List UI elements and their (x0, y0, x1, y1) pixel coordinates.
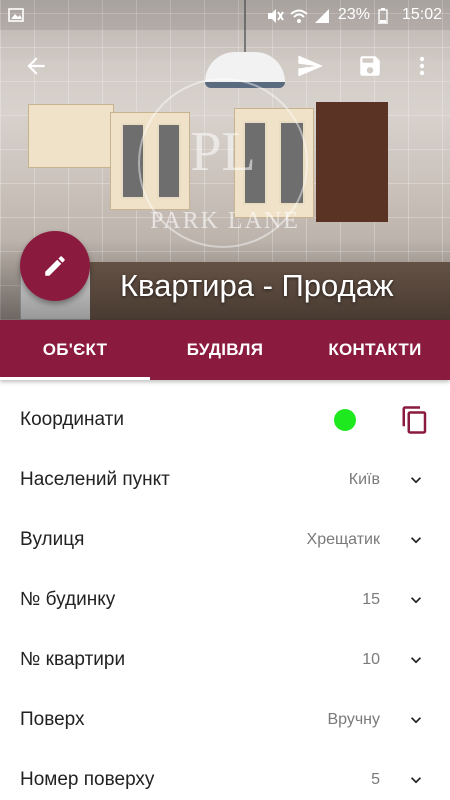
apartment-number-row[interactable]: № квартири 10 (0, 630, 450, 690)
chevron-down-icon[interactable] (406, 770, 426, 790)
clock: 15:02 (401, 6, 442, 23)
floor-number-row[interactable]: Номер поверху 5 (0, 750, 450, 800)
chevron-down-icon[interactable] (406, 650, 426, 670)
house-number-row[interactable]: № будинку 15 (0, 570, 450, 630)
more-vert-icon (419, 56, 425, 76)
locality-row[interactable]: Населений пункт Київ (0, 450, 450, 510)
watermark-monogram: PL (190, 121, 256, 183)
watermark-logo: PL PARK LANE (138, 78, 308, 248)
tab-contacts-label: КОНТАКТИ (328, 340, 422, 359)
edit-pencil-icon (45, 256, 65, 276)
coordinates-row: Координати (0, 390, 450, 450)
street-row[interactable]: Вулиця Хрещатик (0, 510, 450, 570)
send-icon (298, 55, 323, 77)
photo-corner-shelf (316, 102, 388, 222)
locality-value[interactable]: Київ (349, 471, 380, 489)
save-icon (360, 56, 380, 76)
floor-label: Поверх (20, 709, 85, 730)
chevron-down-icon[interactable] (406, 710, 426, 730)
street-value[interactable]: Хрещатик (307, 531, 380, 549)
apartment-number-value[interactable]: 10 (362, 651, 380, 669)
battery-percent: 23% (337, 6, 370, 23)
tab-bar: ОБ'ЄКТ БУДІВЛЯ КОНТАКТИ (0, 320, 450, 380)
app-toolbar (0, 42, 450, 90)
tab-building-label: БУДІВЛЯ (186, 340, 264, 359)
chevron-down-icon[interactable] (406, 470, 426, 490)
status-bar: 23% 15:02 (0, 0, 450, 30)
house-number-value[interactable]: 15 (362, 591, 380, 609)
coordinates-status-indicator (334, 409, 356, 431)
house-number-label: № будинку (20, 589, 116, 610)
floor-number-label: Номер поверху (20, 769, 155, 790)
active-tab-indicator (0, 377, 150, 380)
status-bar-right: 23% 15:02 (266, 6, 442, 25)
apartment-number-label: № квартири (20, 649, 126, 670)
send-button[interactable] (286, 42, 334, 90)
tab-object[interactable]: ОБ'ЄКТ (0, 320, 150, 380)
more-options-button[interactable] (398, 42, 446, 90)
chevron-down-icon[interactable] (406, 590, 426, 610)
tab-object-label: ОБ'ЄКТ (42, 340, 108, 359)
copy-icon (402, 406, 427, 434)
chevron-down-icon[interactable] (406, 530, 426, 550)
copy-coordinates-button[interactable] (400, 404, 430, 436)
tab-contacts[interactable]: КОНТАКТИ (300, 320, 450, 380)
photo-cabinet (28, 104, 114, 168)
image-icon (8, 8, 24, 22)
wifi-icon (290, 8, 308, 23)
floor-number-value[interactable]: 5 (371, 771, 380, 789)
battery-icon (378, 8, 394, 25)
back-button[interactable] (12, 42, 60, 90)
street-label: Вулиця (20, 529, 85, 550)
coordinates-label: Координати (20, 409, 124, 430)
signal-icon (314, 8, 330, 23)
edit-fab-button[interactable] (20, 231, 90, 301)
floor-value[interactable]: Вручну (327, 711, 380, 729)
arrow-back-icon (27, 57, 45, 75)
locality-label: Населений пункт (20, 469, 170, 490)
tab-building[interactable]: БУДІВЛЯ (150, 320, 300, 380)
watermark-brand: PARK LANE (150, 208, 300, 234)
mute-icon (266, 8, 284, 23)
listing-title: Квартира - Продаж (120, 268, 394, 303)
save-button[interactable] (346, 42, 394, 90)
object-fields-list: Координати Населений пункт Київ Вулиця Х… (0, 390, 450, 800)
floor-row[interactable]: Поверх Вручну (0, 690, 450, 750)
